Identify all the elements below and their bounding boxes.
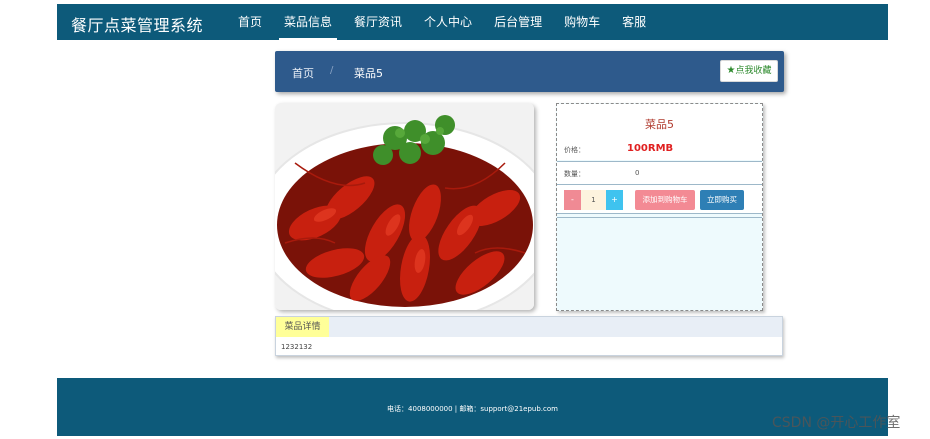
qty-label: 数量： [564, 170, 585, 178]
nav-item-profile[interactable]: 个人中心 [413, 4, 483, 40]
price-row: 价格： 100RMB [557, 138, 762, 160]
quantity-stepper: - 1 + [564, 190, 623, 210]
price-label: 价格： [564, 146, 585, 154]
footer: 电话：4008000000 | 邮箱：support@21epub.com [57, 378, 888, 436]
stock-value: 0 [635, 169, 640, 177]
favorite-button-label: 点我收藏 [735, 66, 772, 76]
footer-contact: 电话：4008000000 | 邮箱：support@21epub.com [387, 405, 558, 413]
divider [557, 217, 762, 218]
product-info-panel: 菜品5 价格： 100RMB 数量： 0 - 1 + 添加到购物车 立即购买 [556, 103, 763, 311]
increment-button[interactable]: + [606, 190, 623, 210]
details-panel: 菜品详情 1232132 [275, 316, 783, 356]
details-content: 1232132 [281, 343, 313, 351]
stock-row: 数量： 0 [557, 161, 762, 184]
nav-item-dishes[interactable]: 菜品信息 [273, 4, 343, 40]
nav-item-cart[interactable]: 购物车 [553, 4, 611, 40]
product-name: 菜品5 [645, 118, 674, 131]
favorite-button[interactable]: ★点我收藏 [720, 60, 778, 82]
nav-menu: 首页 菜品信息 餐厅资讯 个人中心 后台管理 购物车 客服 [227, 4, 657, 40]
crayfish-dish-picture [275, 103, 534, 310]
price-value: 100RMB [627, 143, 674, 154]
page-root: 餐厅点菜管理系统 首页 菜品信息 餐厅资讯 个人中心 后台管理 购物车 客服 首… [0, 0, 930, 439]
quantity-input[interactable]: 1 [581, 190, 606, 210]
breadcrumb-separator: / [330, 65, 334, 76]
tab-details[interactable]: 菜品详情 [276, 317, 329, 337]
dish-image [275, 103, 534, 310]
add-to-cart-button[interactable]: 添加到购物车 [635, 190, 695, 210]
nav-item-service[interactable]: 客服 [611, 4, 657, 40]
details-header: 菜品详情 [276, 317, 782, 337]
breadcrumb-current: 菜品5 [354, 67, 383, 80]
nav-item-admin[interactable]: 后台管理 [483, 4, 553, 40]
actions-row: - 1 + 添加到购物车 立即购买 [557, 184, 762, 214]
breadcrumb-home-link[interactable]: 首页 [292, 65, 314, 81]
nav-item-home[interactable]: 首页 [227, 4, 273, 40]
site-brand[interactable]: 餐厅点菜管理系统 [71, 12, 203, 36]
top-navbar: 餐厅点菜管理系统 首页 菜品信息 餐厅资讯 个人中心 后台管理 购物车 客服 [57, 4, 888, 40]
nav-item-news[interactable]: 餐厅资讯 [343, 4, 413, 40]
watermark: CSDN @开心工作室 [772, 415, 901, 431]
decrement-button[interactable]: - [564, 190, 581, 210]
breadcrumb: 首页 / 菜品5 ★点我收藏 [275, 51, 784, 92]
buy-now-button[interactable]: 立即购买 [700, 190, 744, 210]
